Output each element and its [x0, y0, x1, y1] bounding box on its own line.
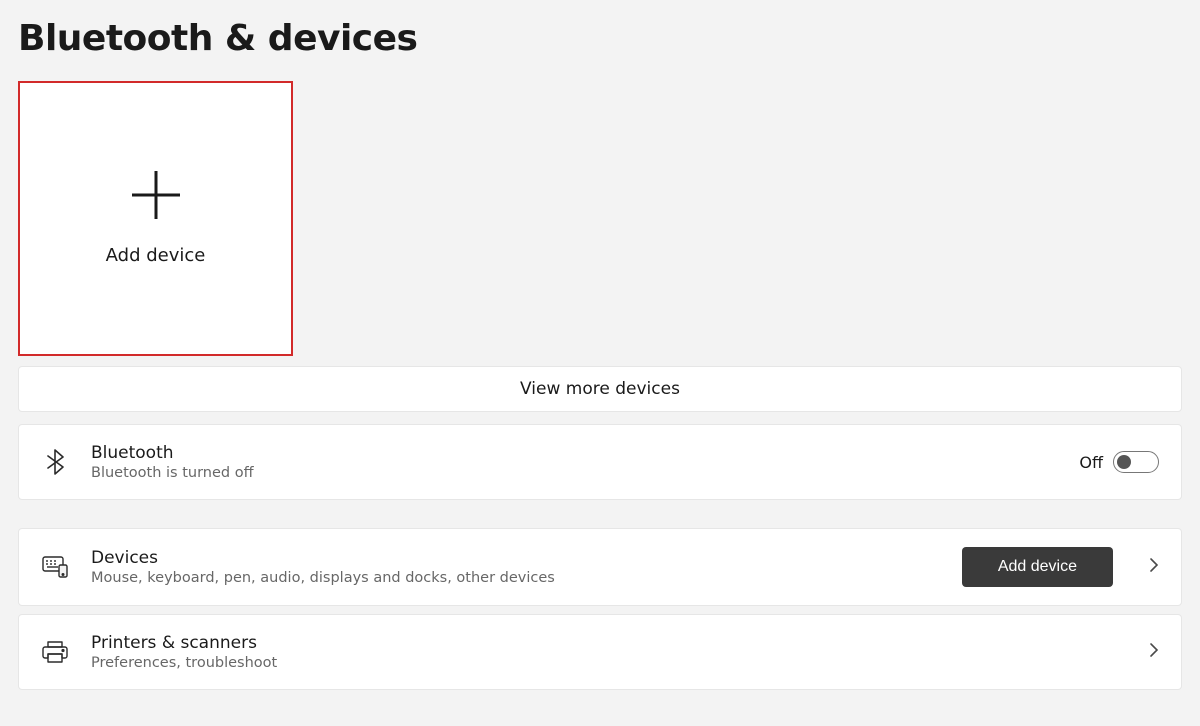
chevron-right-icon — [1149, 642, 1159, 662]
bluetooth-row[interactable]: Bluetooth Bluetooth is turned off Off — [18, 424, 1182, 500]
view-more-label: View more devices — [520, 379, 680, 399]
printer-icon — [41, 641, 69, 663]
bluetooth-icon — [41, 449, 69, 475]
add-device-button[interactable]: Add device — [962, 547, 1113, 587]
devices-row[interactable]: Devices Mouse, keyboard, pen, audio, dis… — [18, 528, 1182, 606]
bluetooth-toggle-label: Off — [1079, 453, 1103, 472]
page-title: Bluetooth & devices — [18, 18, 1182, 59]
printers-row[interactable]: Printers & scanners Preferences, trouble… — [18, 614, 1182, 690]
bluetooth-title: Bluetooth — [91, 443, 1057, 463]
add-device-tile[interactable]: Add device — [18, 81, 293, 356]
add-device-tile-label: Add device — [106, 245, 206, 266]
devices-icon — [41, 556, 69, 578]
devices-subtitle: Mouse, keyboard, pen, audio, displays an… — [91, 570, 940, 586]
plus-icon — [132, 171, 180, 219]
printers-title: Printers & scanners — [91, 633, 1113, 653]
bluetooth-toggle[interactable] — [1113, 451, 1159, 473]
bluetooth-subtitle: Bluetooth is turned off — [91, 465, 1057, 481]
toggle-knob — [1117, 455, 1131, 469]
view-more-devices-button[interactable]: View more devices — [18, 366, 1182, 412]
chevron-right-icon — [1149, 557, 1159, 577]
devices-title: Devices — [91, 548, 940, 568]
printers-subtitle: Preferences, troubleshoot — [91, 655, 1113, 671]
